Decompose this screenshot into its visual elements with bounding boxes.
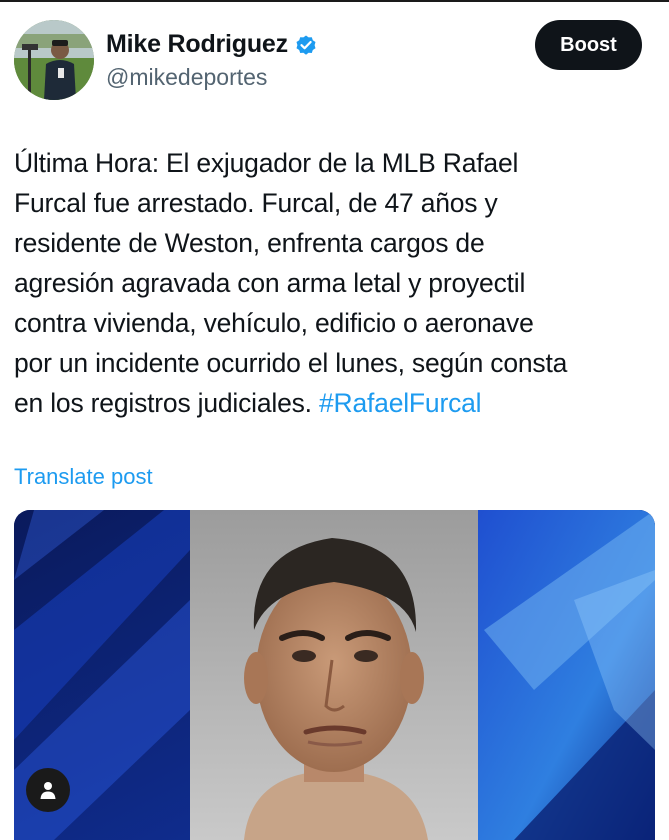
post-media-image[interactable] — [14, 510, 655, 840]
post-body-text: Última Hora: El exjugador de la MLB Rafa… — [14, 148, 568, 418]
avatar[interactable] — [14, 20, 94, 100]
boost-button[interactable]: Boost — [535, 20, 642, 70]
hashtag-link[interactable]: #RafaelFurcal — [319, 388, 482, 418]
avatar-photo — [14, 20, 94, 100]
alt-text-person-button[interactable] — [26, 768, 70, 812]
author-display-name[interactable]: Mike Rodriguez — [106, 30, 288, 59]
verified-badge-icon — [294, 33, 318, 57]
mugshot-image — [14, 510, 655, 840]
post-text: Última Hora: El exjugador de la MLB Rafa… — [14, 143, 659, 423]
author-handle[interactable]: @mikedeportes — [106, 64, 267, 91]
author-name-row: Mike Rodriguez — [106, 30, 318, 59]
top-divider — [0, 0, 669, 2]
translate-post-link[interactable]: Translate post — [14, 464, 153, 490]
person-icon — [40, 782, 56, 799]
